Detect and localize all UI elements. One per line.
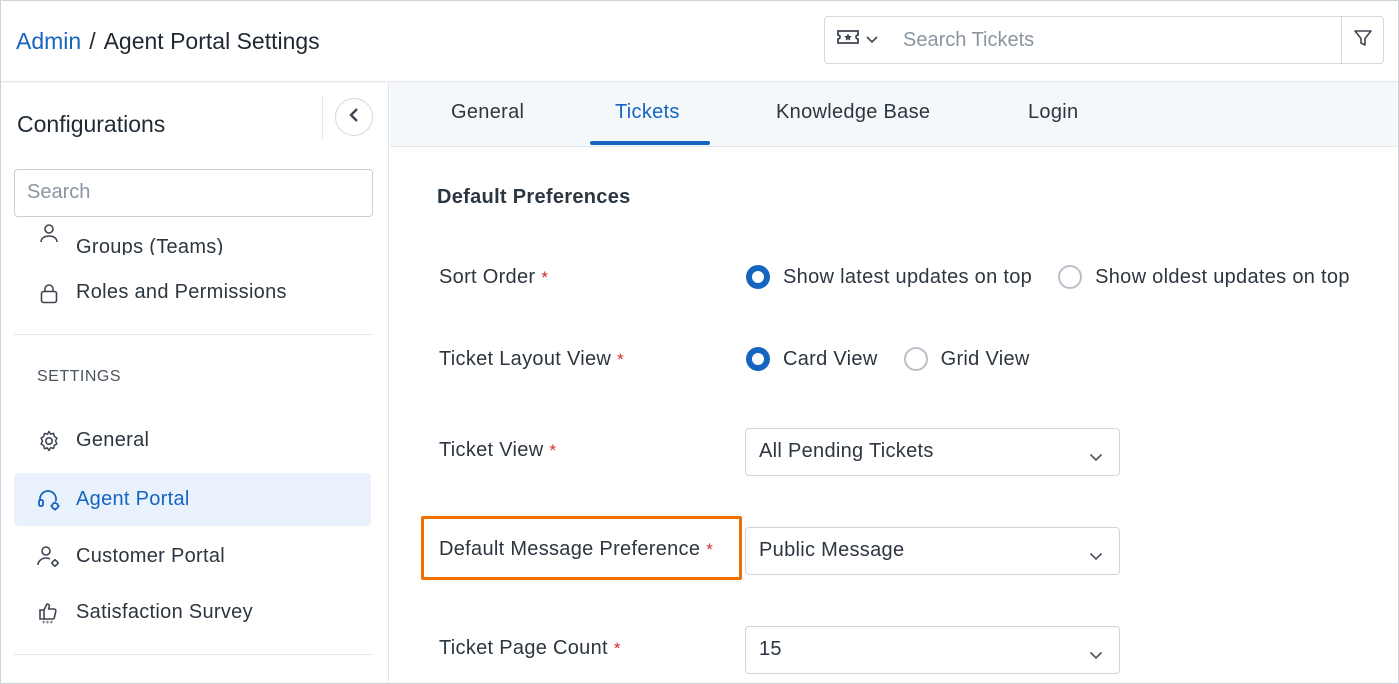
radio-button[interactable]	[903, 347, 928, 371]
svg-text:***: ***	[42, 619, 54, 626]
required-asterisk: *	[541, 268, 549, 287]
layout-view-label: Ticket Layout View *	[439, 348, 624, 371]
headset-gear-icon	[36, 487, 62, 513]
filter-icon	[1353, 28, 1373, 53]
top-header: Admin / Agent Portal Settings Search Tic…	[1, 1, 1398, 82]
chevron-down-icon	[865, 31, 879, 49]
sidebar-item-label: Customer Portal	[76, 545, 225, 567]
config-sidebar: Configurations Search Groups (Teams) Rol…	[1, 83, 389, 683]
sidebar-item-label: Roles and Permissions	[76, 281, 287, 303]
breadcrumb-admin-link[interactable]: Admin	[16, 28, 81, 55]
sidebar-item-label: Groups (Teams)	[76, 235, 224, 256]
field-label-text: Default Message Preference	[439, 538, 701, 560]
page-count-select[interactable]: 15	[745, 626, 1120, 674]
radio-label: Grid View	[940, 347, 1030, 370]
ticket-icon	[837, 29, 859, 50]
message-preference-label: Default Message Preference *	[439, 538, 713, 561]
field-label-text: Ticket Page Count	[439, 637, 608, 659]
radio-option-latest[interactable]: Show latest updates on top	[746, 265, 1032, 289]
radio-label: Show latest updates on top	[783, 265, 1033, 288]
required-asterisk: *	[613, 639, 621, 658]
field-label-text: Sort Order	[439, 266, 536, 288]
sort-order-radio-group: Show latest updates on top Show oldest u…	[746, 265, 1376, 289]
users-icon	[36, 220, 62, 246]
field-label-text: Ticket View	[439, 439, 544, 461]
settings-section-label: SETTINGS	[37, 368, 122, 385]
radio-option-card[interactable]: Card View	[746, 347, 878, 371]
sidebar-search-input[interactable]: Search	[14, 169, 373, 217]
sidebar-title: Configurations	[17, 111, 166, 137]
filter-button[interactable]	[1341, 17, 1383, 63]
tab-general[interactable]: General	[451, 101, 524, 124]
radio-button[interactable]	[1058, 265, 1083, 289]
lock-icon	[36, 280, 62, 306]
user-gear-icon	[36, 544, 62, 570]
radio-option-grid[interactable]: Grid View	[903, 347, 1030, 371]
tab-login[interactable]: Login	[1028, 101, 1078, 124]
required-asterisk: *	[617, 350, 625, 369]
sidebar-item-general[interactable]: General	[14, 414, 371, 467]
section-title: Default Preferences	[437, 186, 631, 208]
required-asterisk: *	[549, 441, 557, 460]
chevron-left-icon	[348, 107, 360, 128]
chevron-down-icon	[1089, 445, 1103, 468]
ticket-view-select[interactable]: All Pending Tickets	[745, 428, 1120, 476]
radio-option-oldest[interactable]: Show oldest updates on top	[1058, 265, 1350, 289]
sidebar-item-label: General	[76, 429, 150, 451]
sidebar-item-agent-portal[interactable]: Agent Portal	[14, 473, 371, 526]
select-value: 15	[759, 638, 782, 660]
sort-order-label: Sort Order *	[439, 266, 548, 289]
thumbs-up-stars-icon: ***	[36, 600, 62, 626]
tab-knowledge-base[interactable]: Knowledge Base	[776, 101, 930, 124]
sidebar-item-roles[interactable]: Roles and Permissions	[14, 266, 371, 319]
select-value: Public Message	[759, 539, 905, 561]
page-title: Agent Portal Settings	[103, 28, 320, 54]
gear-icon	[36, 428, 62, 454]
sidebar-item-label: Agent Portal	[76, 488, 190, 510]
message-preference-select[interactable]: Public Message	[745, 527, 1120, 575]
radio-button-checked[interactable]	[746, 347, 770, 371]
tab-tickets[interactable]: Tickets	[615, 101, 680, 124]
divider	[14, 334, 373, 335]
divider	[14, 654, 373, 655]
app-window: Admin / Agent Portal Settings Search Tic…	[0, 0, 1399, 684]
sidebar-item-customer-portal[interactable]: Customer Portal	[14, 530, 371, 583]
active-tab-indicator	[590, 141, 710, 145]
radio-label: Show oldest updates on top	[1095, 265, 1350, 288]
chevron-down-icon	[1089, 544, 1103, 567]
ticket-search-box[interactable]: Search Tickets	[824, 16, 1384, 64]
divider	[322, 95, 323, 139]
page-count-label: Ticket Page Count *	[439, 637, 621, 660]
breadcrumb: Admin / Agent Portal Settings	[16, 28, 320, 55]
ticket-view-label: Ticket View *	[439, 439, 556, 462]
select-value: All Pending Tickets	[759, 440, 934, 462]
layout-view-radio-group: Card View Grid View	[746, 347, 1056, 371]
sidebar-item-label: Satisfaction Survey	[76, 601, 253, 623]
radio-label: Card View	[783, 347, 878, 370]
search-input[interactable]: Search Tickets	[903, 29, 1034, 52]
breadcrumb-separator: /	[89, 28, 96, 54]
required-asterisk: *	[706, 540, 714, 559]
collapse-sidebar-button[interactable]	[335, 98, 373, 136]
ticket-type-dropdown[interactable]	[837, 29, 879, 50]
chevron-down-icon	[1089, 643, 1103, 666]
sidebar-item-satisfaction-survey[interactable]: *** Satisfaction Survey	[14, 586, 371, 639]
radio-button-checked[interactable]	[746, 265, 770, 289]
field-label-text: Ticket Layout View	[439, 348, 612, 370]
settings-tabs: General Tickets Knowledge Base Login	[390, 83, 1398, 147]
sidebar-item-groups[interactable]: Groups (Teams)	[14, 211, 371, 255]
